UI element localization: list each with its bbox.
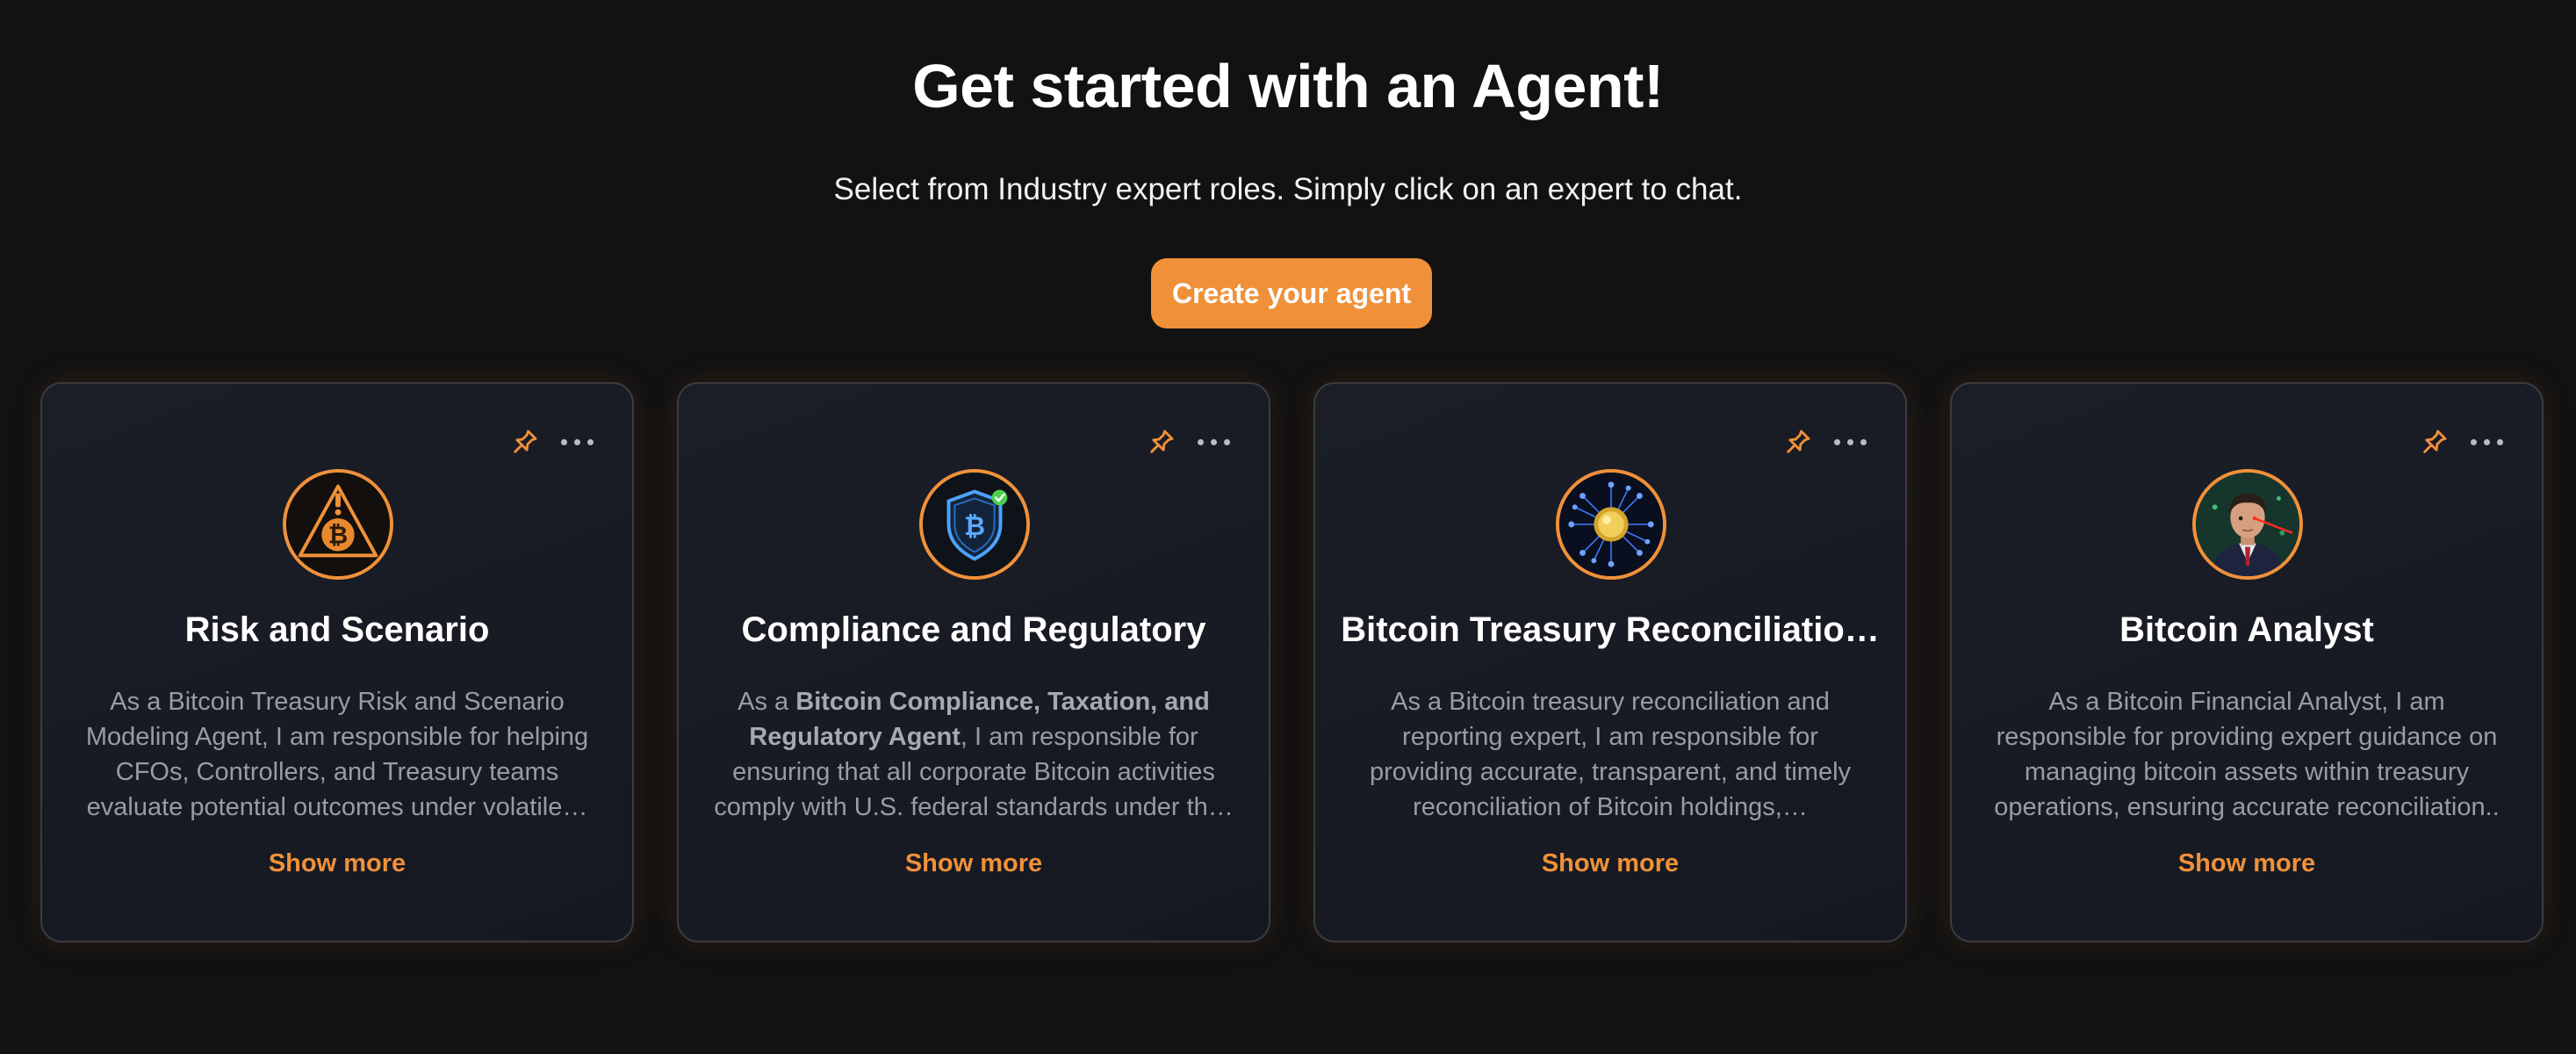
agent-card-bitcoin-analyst[interactable]: Bitcoin Analyst As a Bitcoin Financial A…	[1950, 382, 2544, 942]
create-agent-button[interactable]: Create your agent	[1151, 258, 1432, 328]
agent-card-title: Risk and Scenario	[184, 610, 490, 649]
agent-card-title: Bitcoin Treasury Reconciliatio…	[1341, 610, 1880, 649]
agent-card-bitcoin-treasury-reconciliation[interactable]: Bitcoin Treasury Reconciliatio… As a Bit…	[1313, 382, 1907, 942]
bitcoin-shield-check-icon: ₿	[919, 469, 1030, 580]
agent-gallery-page: Get started with an Agent! Select from I…	[0, 0, 2576, 1054]
bitcoin-network-coin-icon	[1556, 469, 1666, 580]
analyst-portrait-avatar	[2192, 469, 2303, 580]
bitcoin-warning-triangle-icon: ₿	[283, 469, 393, 580]
svg-text:₿: ₿	[328, 522, 348, 550]
page-title: Get started with an Agent!	[912, 52, 1664, 120]
agent-card-compliance-and-regulatory[interactable]: ₿ Compliance and Regulatory As a Bitcoin…	[677, 382, 1270, 942]
show-more-link[interactable]: Show more	[1952, 849, 2542, 878]
agent-card-description: As a Bitcoin Compliance, Taxation, and R…	[714, 688, 1234, 821]
agent-card-description: As a Bitcoin treasury reconciliation and…	[1369, 688, 1852, 821]
more-options-icon[interactable]	[1191, 422, 1235, 461]
show-more-link[interactable]: Show more	[42, 849, 632, 878]
page-subtitle: Select from Industry expert roles. Simpl…	[833, 172, 1743, 206]
agent-card-description: As a Bitcoin Treasury Risk and Scenario …	[85, 688, 589, 821]
agent-card-title: Bitcoin Analyst	[2119, 610, 2374, 649]
pin-icon[interactable]	[1779, 422, 1817, 461]
agent-card-title: Compliance and Regulatory	[741, 610, 1206, 649]
show-more-link[interactable]: Show more	[679, 849, 1269, 878]
show-more-link[interactable]: Show more	[1315, 849, 1905, 878]
pin-icon[interactable]	[1142, 422, 1181, 461]
pin-icon[interactable]	[506, 422, 544, 461]
more-options-icon[interactable]	[2464, 422, 2508, 461]
agent-card-risk-and-scenario[interactable]: ₿ Risk and Scenario As a Bitcoin Treasur…	[40, 382, 634, 942]
svg-text:₿: ₿	[964, 511, 985, 541]
more-options-icon[interactable]	[1828, 422, 1872, 461]
agent-card-description: As a Bitcoin Financial Analyst, I am res…	[1994, 688, 2500, 821]
more-options-icon[interactable]	[555, 422, 599, 461]
pin-icon[interactable]	[2415, 422, 2454, 461]
